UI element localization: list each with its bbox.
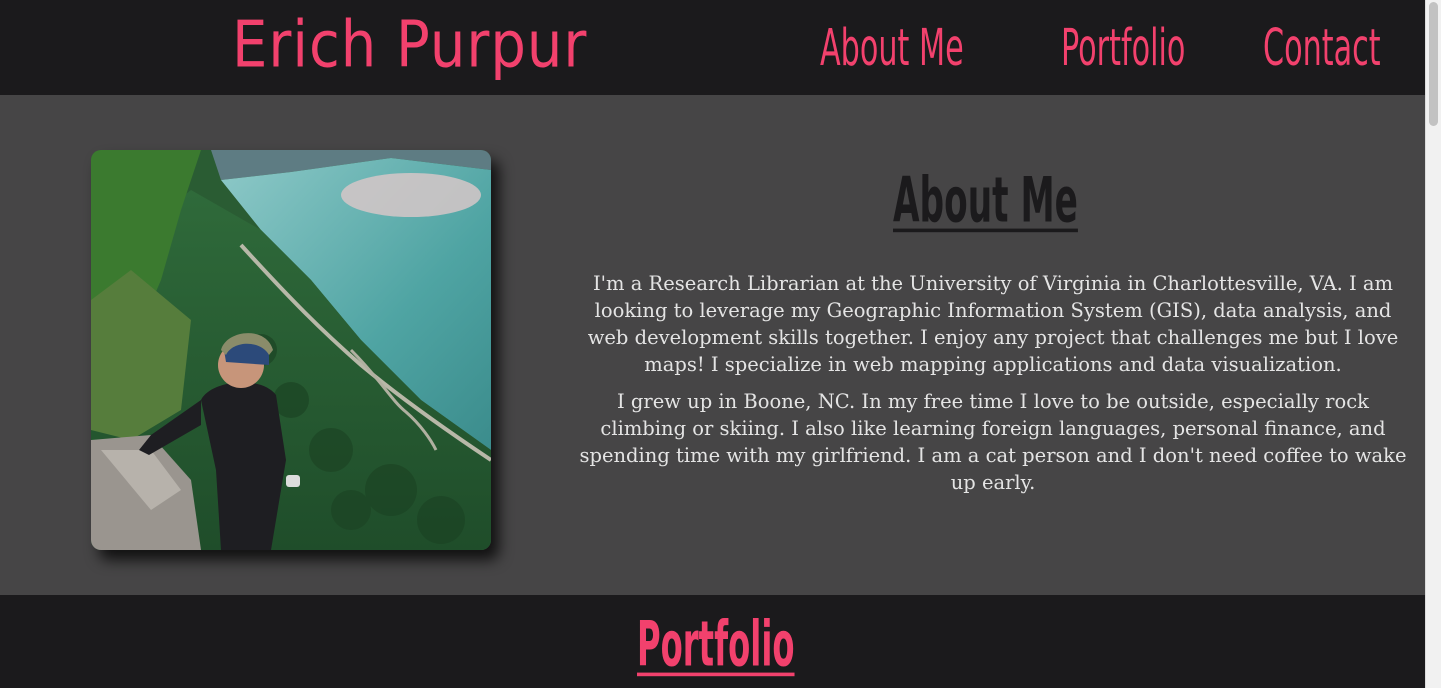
profile-photo bbox=[91, 150, 491, 550]
about-section: About Me I'm a Research Librarian at the… bbox=[0, 95, 1425, 595]
about-bio: I'm a Research Librarian at the Universi… bbox=[576, 270, 1410, 506]
portfolio-section: Portfolio bbox=[0, 595, 1425, 688]
bio-paragraph: I grew up in Boone, NC. In my free time … bbox=[579, 390, 1407, 494]
site-header: Erich Purpur About Me Portfolio Contact bbox=[0, 0, 1425, 95]
bio-paragraph: I'm a Research Librarian at the Universi… bbox=[587, 272, 1399, 376]
nav-link-portfolio[interactable]: Portfolio bbox=[1061, 18, 1185, 77]
nav-link-about-me[interactable]: About Me bbox=[820, 18, 964, 77]
brand-logo-link[interactable]: Erich Purpur bbox=[232, 8, 587, 83]
climbing-photo-illustration bbox=[91, 150, 491, 550]
scrollbar-thumb[interactable] bbox=[1429, 2, 1438, 126]
page: Erich Purpur About Me Portfolio Contact bbox=[0, 0, 1441, 688]
portfolio-heading: Portfolio bbox=[637, 609, 795, 681]
nav-link-contact[interactable]: Contact bbox=[1263, 18, 1381, 77]
about-heading: About Me bbox=[893, 165, 1078, 237]
page-scrollbar[interactable] bbox=[1425, 0, 1441, 688]
